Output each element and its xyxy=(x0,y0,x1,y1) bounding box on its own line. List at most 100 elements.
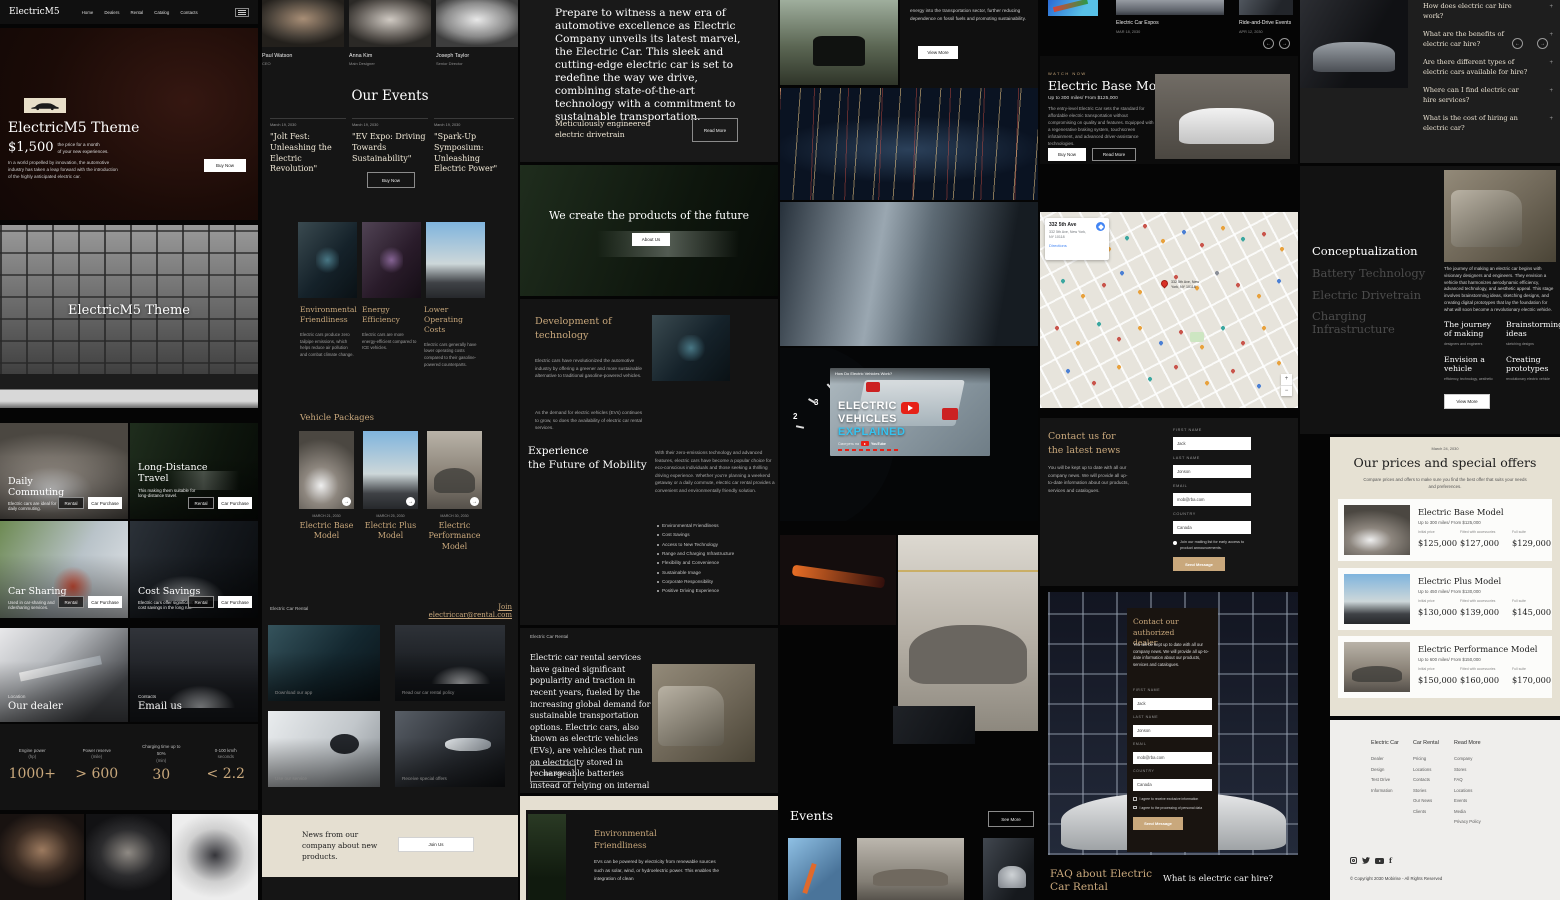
event-item[interactable]: March 19, 2030 "EV Expo: Driving Towards… xyxy=(352,118,428,164)
nav-home[interactable]: Home xyxy=(82,10,94,15)
faq-item[interactable]: Where can I find electric car hire servi… xyxy=(1423,86,1553,105)
rental-button[interactable]: Rental xyxy=(188,497,214,509)
use-case-card[interactable]: Daily Commuting Electric cars are ideal … xyxy=(0,423,128,519)
rental-tile[interactable]: Use our service xyxy=(268,711,380,787)
rental-tile[interactable]: Receive special offers xyxy=(395,711,505,787)
event-photo[interactable] xyxy=(983,838,1034,900)
car-purchase-button[interactable]: Car Purchase xyxy=(218,596,252,608)
see-more-button[interactable]: See More xyxy=(988,811,1034,827)
logo[interactable]: ElectricM5 xyxy=(9,7,60,17)
footer-link[interactable]: Events xyxy=(1454,798,1498,803)
event-photo[interactable] xyxy=(788,838,841,900)
join-us-button[interactable]: Join Us xyxy=(398,837,474,852)
watch-read-button[interactable]: Read More xyxy=(1092,148,1136,161)
mailing-checkbox-row[interactable]: Join our mailing list for early access t… xyxy=(1173,540,1251,551)
footer-link[interactable]: Media xyxy=(1454,809,1498,814)
zoom-in-button[interactable]: + xyxy=(1281,374,1292,386)
footer-link[interactable]: FAQ xyxy=(1454,777,1498,782)
email-field[interactable] xyxy=(1173,493,1251,506)
nav-dealers[interactable]: Dealers xyxy=(104,10,119,15)
nav-rental[interactable]: Rental xyxy=(130,10,143,15)
expo-card[interactable]: Ride-and-Drive Events APR 12, 2030 xyxy=(1239,20,1291,34)
footer-link[interactable]: Company xyxy=(1454,756,1498,761)
footer-link[interactable]: Test Drive xyxy=(1371,777,1411,782)
first-name-field[interactable] xyxy=(1173,437,1251,450)
hero-buy-button[interactable]: Buy Now xyxy=(204,159,246,172)
expand-plus-icon[interactable]: + xyxy=(1549,4,1553,10)
location-map[interactable]: 332 5th Ave, New York, NY 10118 332 5th … xyxy=(1040,212,1298,408)
youtube-embed[interactable]: How Do Electric Vehicles Work? ELECTRIC … xyxy=(830,368,990,456)
package-card[interactable]: → MARCH 25, 2030 Electric Plus Model xyxy=(363,431,418,542)
price-card[interactable]: Electric Performance Model Up to 600 mil… xyxy=(1338,636,1552,698)
event-item[interactable]: March 19, 2030 "Jolt Fest: Unleashing th… xyxy=(270,118,346,175)
expand-plus-icon[interactable]: + xyxy=(1549,60,1553,66)
join-email-link[interactable]: Join electriccar@rental.com xyxy=(422,603,512,619)
rental-button[interactable]: Rental xyxy=(58,497,84,509)
tab-conceptualization[interactable]: Conceptualization xyxy=(1312,244,1418,258)
rental-button[interactable]: Rental xyxy=(188,596,214,608)
email-us-card[interactable]: Contacts Email us xyxy=(130,628,258,722)
zoom-out-button[interactable]: − xyxy=(1281,386,1292,397)
map-directions-link[interactable]: Directions xyxy=(1049,243,1105,248)
menu-hamburger-icon[interactable] xyxy=(235,8,249,17)
watch-on-youtube[interactable]: Смотреть на YouTube xyxy=(838,441,886,446)
faq-item[interactable]: What is the cost of hiring an electric c… xyxy=(1423,114,1553,133)
play-icon[interactable] xyxy=(901,402,919,414)
footer-link[interactable]: Stores xyxy=(1454,767,1498,772)
last-name-field[interactable] xyxy=(1173,465,1251,478)
tab-battery-technology[interactable]: Battery Technology xyxy=(1312,266,1425,280)
footer-link[interactable]: Pricing xyxy=(1413,756,1453,761)
package-arrow-icon[interactable]: → xyxy=(406,497,415,506)
events-buy-button[interactable]: Buy Now xyxy=(367,172,415,188)
expand-plus-icon[interactable]: + xyxy=(1549,116,1553,122)
footer-link[interactable]: Dealer xyxy=(1371,756,1411,761)
dealer-location-card[interactable]: Location Our dealer xyxy=(0,628,128,722)
directions-icon[interactable] xyxy=(1096,222,1105,231)
send-message-button[interactable]: Send Message xyxy=(1173,557,1225,571)
email-field[interactable] xyxy=(1133,752,1212,764)
car-purchase-button[interactable]: Car Purchase xyxy=(218,497,252,509)
read-more-button[interactable]: Read More xyxy=(692,118,738,142)
checkbox-icon[interactable] xyxy=(1133,806,1137,810)
nav-catalog[interactable]: Catalog xyxy=(154,10,169,15)
footer-link[interactable]: Our News xyxy=(1413,798,1453,803)
package-arrow-icon[interactable]: → xyxy=(470,497,479,506)
price-card[interactable]: Electric Base Model Up to 300 miles/ Fro… xyxy=(1338,499,1552,561)
youtube-icon[interactable] xyxy=(1375,858,1384,864)
video-title[interactable]: How Do Electric Vehicles Work? xyxy=(835,371,892,376)
agree-info-checkbox-row[interactable]: I agree to receive exclusive information xyxy=(1133,797,1212,802)
carousel-prev-icon[interactable]: ← xyxy=(1263,38,1274,49)
last-name-field[interactable] xyxy=(1133,725,1212,737)
view-more-button[interactable]: View More xyxy=(918,46,958,59)
nav-contacts[interactable]: Contacts xyxy=(180,10,197,15)
checkbox-icon[interactable] xyxy=(1173,541,1177,545)
send-message-button[interactable]: Send Message xyxy=(1133,817,1183,830)
car-purchase-button[interactable]: Car Purchase xyxy=(88,596,122,608)
facebook-icon[interactable]: f xyxy=(1389,856,1392,865)
use-case-card[interactable]: Cost Savings Electric cars offer signifi… xyxy=(130,521,258,618)
event-photo[interactable] xyxy=(857,838,964,900)
about-us-button[interactable]: About Us xyxy=(632,233,670,246)
concept-view-more-button[interactable]: View More xyxy=(1444,394,1490,409)
tab-electric-drivetrain[interactable]: Electric Drivetrain xyxy=(1312,288,1421,302)
car-purchase-button[interactable]: Car Purchase xyxy=(88,497,122,509)
first-name-field[interactable] xyxy=(1133,698,1212,710)
faq-item[interactable]: How does electric car hire work? + xyxy=(1423,2,1553,21)
use-case-card[interactable]: Long-Distance Travel This making them su… xyxy=(130,423,258,519)
tab-charging-infrastructure[interactable]: Charging Infrastructure xyxy=(1312,310,1432,336)
expo-card[interactable]: Electric Car Expos MAR 18, 2030 xyxy=(1116,20,1159,34)
footer-link[interactable]: Design xyxy=(1371,767,1411,772)
rental-tile[interactable]: Read our car rental policy xyxy=(395,625,505,701)
rental-button[interactable]: Rental xyxy=(58,596,84,608)
country-field[interactable] xyxy=(1173,521,1251,534)
expand-plus-icon[interactable]: + xyxy=(1549,88,1553,94)
checkbox-icon[interactable] xyxy=(1133,797,1137,801)
use-case-card[interactable]: Car Sharing Used in car-sharing and ride… xyxy=(0,521,128,618)
footer-link[interactable]: Contacts xyxy=(1413,777,1453,782)
footer-link[interactable]: Locations xyxy=(1454,788,1498,793)
instagram-icon[interactable] xyxy=(1350,857,1357,864)
price-card[interactable]: Electric Plus Model Up to 450 miles/ Fro… xyxy=(1338,568,1552,630)
rental-tile[interactable]: Download our app xyxy=(268,625,380,701)
expand-plus-icon[interactable]: + xyxy=(1549,32,1553,38)
faq-item[interactable]: Are there different types of electric ca… xyxy=(1423,58,1553,77)
